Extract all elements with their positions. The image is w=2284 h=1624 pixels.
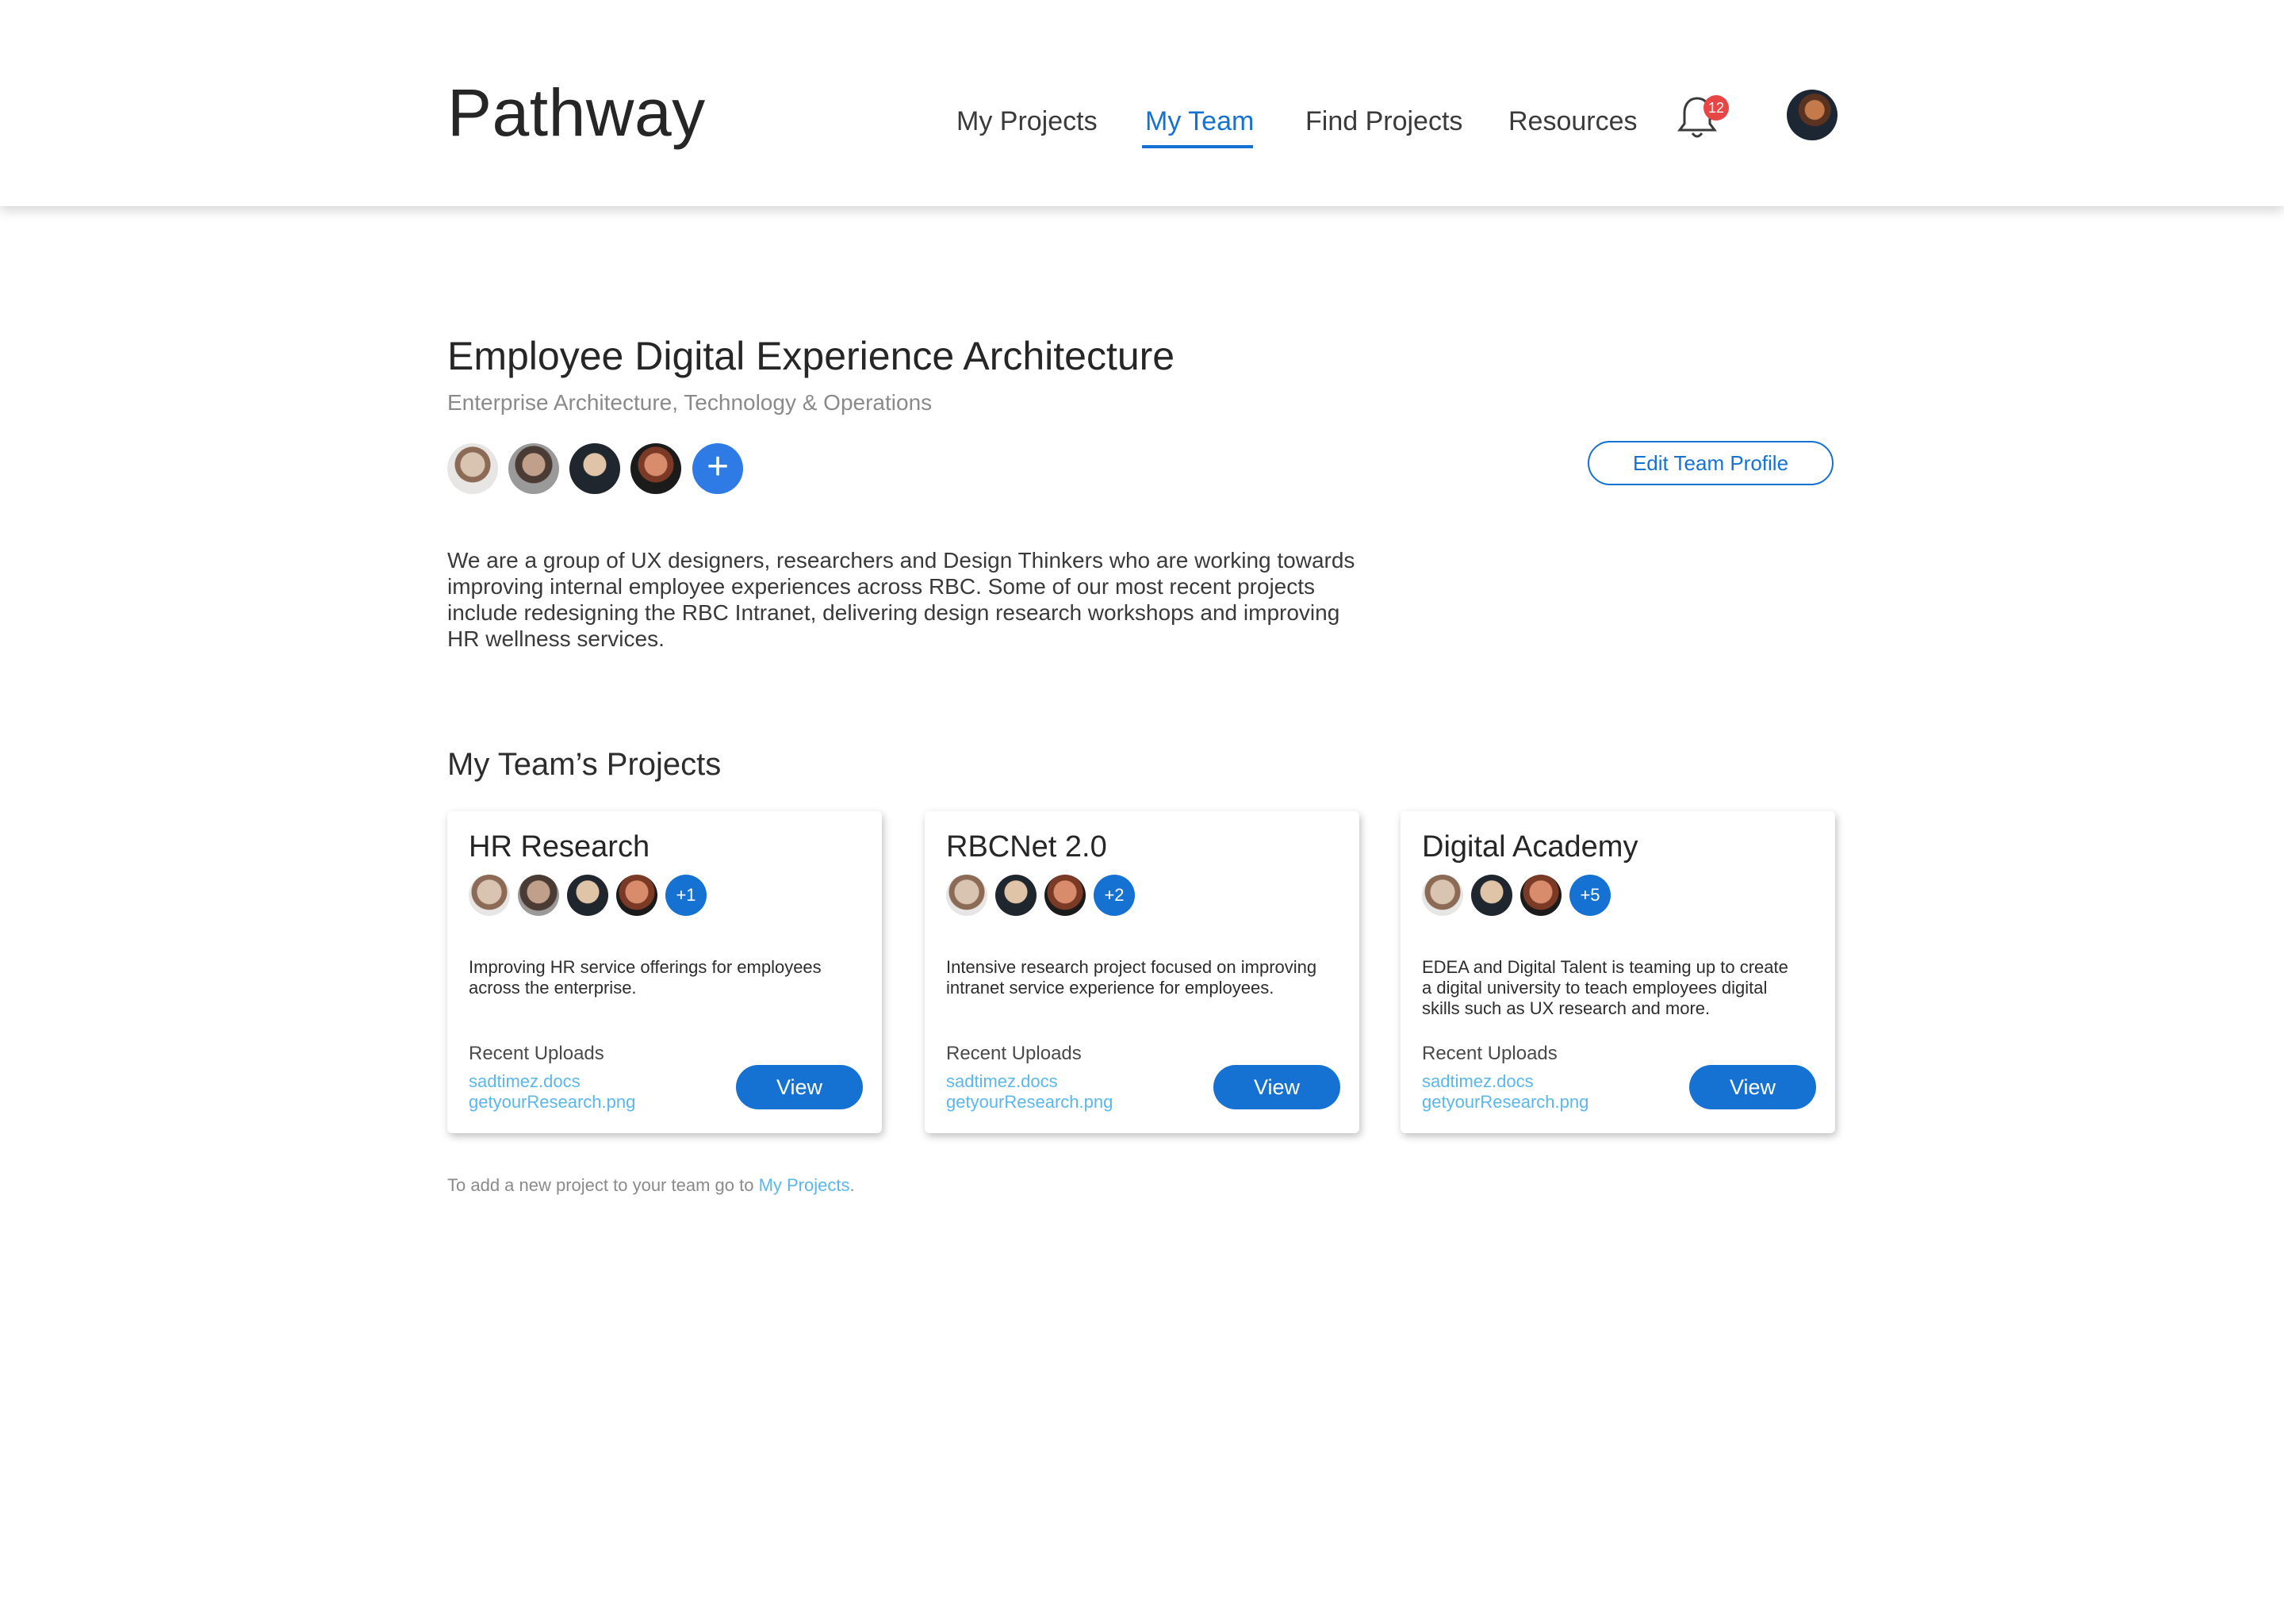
app-logo[interactable]: Pathway — [447, 79, 706, 146]
member-avatar[interactable] — [569, 443, 620, 494]
member-avatar[interactable] — [567, 875, 608, 916]
footer-period: . — [849, 1175, 855, 1195]
team-title: Employee Digital Experience Architecture — [447, 334, 1175, 378]
notification-badge: 12 — [1703, 95, 1729, 121]
active-nav-indicator — [1142, 145, 1253, 148]
project-card-hr-research: HR Research +1 Improving HR service offe… — [447, 811, 882, 1133]
card-description: Intensive research project focused on im… — [946, 957, 1317, 998]
card-description: Improving HR service offerings for emplo… — [469, 957, 822, 998]
member-avatar[interactable] — [518, 875, 559, 916]
top-header: Pathway My Projects My Team Find Project… — [0, 0, 2284, 206]
recent-uploads-label: Recent Uploads — [946, 1043, 1082, 1064]
member-avatar[interactable] — [1044, 875, 1086, 916]
recent-uploads-label: Recent Uploads — [1422, 1043, 1558, 1064]
member-avatar[interactable] — [616, 875, 657, 916]
project-card-digital-academy: Digital Academy +5 EDEA and Digital Tale… — [1401, 811, 1835, 1133]
footer-note: To add a new project to your team go to … — [447, 1177, 855, 1194]
member-avatar[interactable] — [1520, 875, 1562, 916]
team-subtitle: Enterprise Architecture, Technology & Op… — [447, 390, 933, 415]
view-button[interactable]: View — [1689, 1065, 1816, 1109]
view-button[interactable]: View — [736, 1065, 863, 1109]
upload-link[interactable]: getyourResearch.png — [946, 1094, 1113, 1111]
card-title: Digital Academy — [1422, 830, 1638, 864]
nav-find-projects[interactable]: Find Projects — [1305, 108, 1462, 135]
member-avatar[interactable] — [469, 875, 510, 916]
footer-text: To add a new project to your team go to — [447, 1175, 759, 1195]
view-button[interactable]: View — [1213, 1065, 1340, 1109]
nav-resources[interactable]: Resources — [1508, 108, 1638, 135]
more-members-badge[interactable]: +5 — [1569, 875, 1611, 916]
upload-link[interactable]: sadtimez.docs — [946, 1073, 1058, 1090]
user-avatar[interactable] — [1787, 90, 1838, 140]
recent-uploads-label: Recent Uploads — [469, 1043, 604, 1064]
member-avatar[interactable] — [995, 875, 1037, 916]
projects-section-title: My Team’s Projects — [447, 747, 722, 782]
upload-link[interactable]: sadtimez.docs — [1422, 1073, 1534, 1090]
card-description: EDEA and Digital Talent is teaming up to… — [1422, 957, 1788, 1018]
card-title: RBCNet 2.0 — [946, 830, 1107, 864]
member-avatar[interactable] — [447, 443, 498, 494]
upload-link[interactable]: sadtimez.docs — [469, 1073, 581, 1090]
member-avatar[interactable] — [630, 443, 681, 494]
add-member-button[interactable]: + — [692, 443, 743, 494]
member-avatar[interactable] — [508, 443, 559, 494]
card-title: HR Research — [469, 830, 650, 864]
project-card-rbcnet: RBCNet 2.0 +2 Intensive research project… — [925, 811, 1359, 1133]
member-avatar[interactable] — [1422, 875, 1463, 916]
upload-link[interactable]: getyourResearch.png — [469, 1094, 635, 1111]
edit-team-profile-button[interactable]: Edit Team Profile — [1588, 441, 1834, 485]
team-description: We are a group of UX designers, research… — [447, 548, 1355, 651]
my-projects-link[interactable]: My Projects — [759, 1175, 850, 1195]
more-members-badge[interactable]: +2 — [1094, 875, 1135, 916]
member-avatar[interactable] — [946, 875, 987, 916]
more-members-badge[interactable]: +1 — [665, 875, 707, 916]
nav-my-team[interactable]: My Team — [1145, 108, 1254, 135]
upload-link[interactable]: getyourResearch.png — [1422, 1094, 1588, 1111]
nav-my-projects[interactable]: My Projects — [956, 108, 1098, 135]
member-avatar[interactable] — [1471, 875, 1512, 916]
